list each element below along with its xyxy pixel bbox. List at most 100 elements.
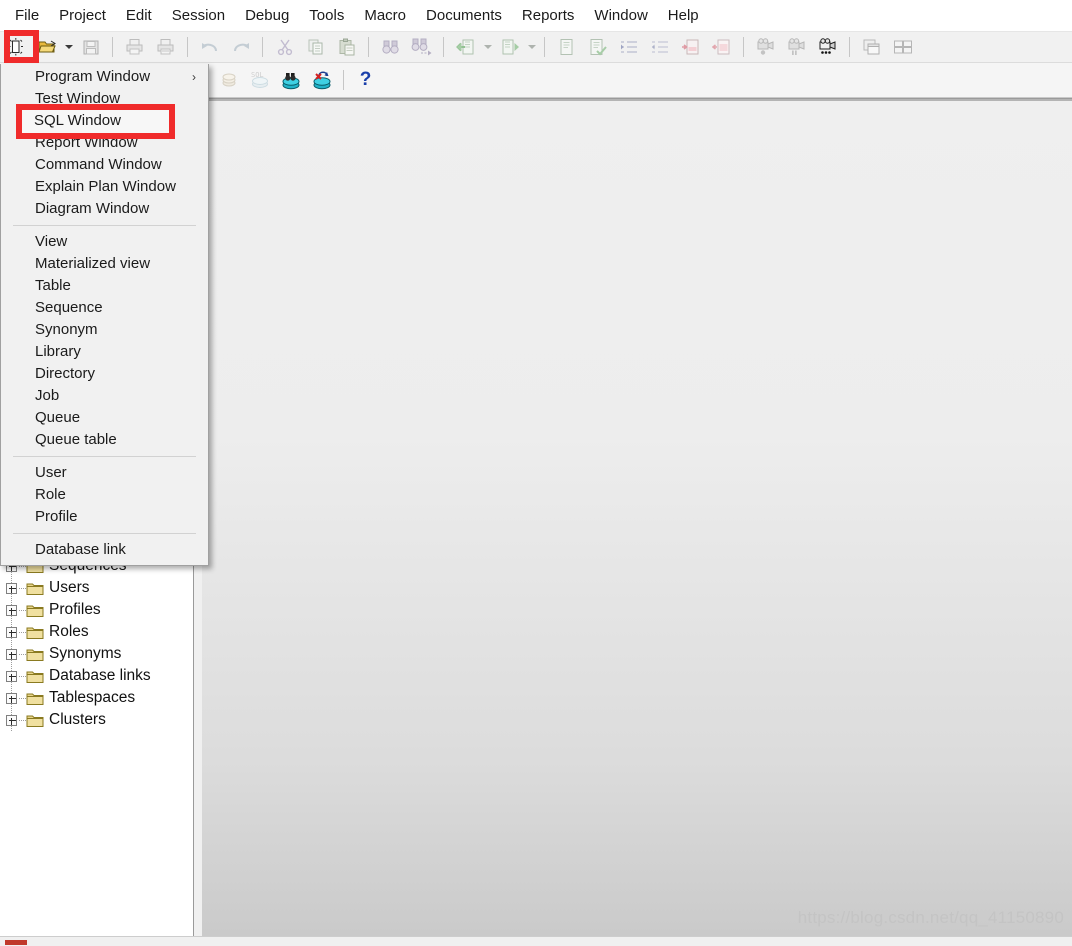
tile-windows-icon[interactable] [889,34,916,60]
menu-item-table[interactable]: Table [1,275,208,297]
mdi-workspace[interactable]: https://blog.csdn.net/qq_41150890 [202,98,1072,946]
previous-dropdown-arrow[interactable] [481,34,494,60]
commit-coin-icon[interactable] [215,67,242,93]
menu-project[interactable]: Project [49,4,116,28]
undo-arrow-icon[interactable] [196,34,223,60]
expand-plus-icon[interactable] [6,714,17,726]
menu-item-library[interactable]: Library [1,341,208,363]
folder-icon [26,647,44,662]
menu-item-program-window[interactable]: Program Window › [1,66,208,88]
menu-edit[interactable]: Edit [116,4,162,28]
menu-item-synonym[interactable]: Synonym [1,319,208,341]
menu-item-user[interactable]: User [1,462,208,484]
check-document-icon[interactable] [584,34,611,60]
expand-plus-icon[interactable] [6,604,17,616]
previous-page-icon[interactable] [452,34,479,60]
print-icon[interactable] [121,34,148,60]
menu-item-label: Program Window [35,68,151,85]
redo-arrow-icon[interactable] [227,34,254,60]
indent-increase-icon[interactable] [615,34,642,60]
find-binoculars-icon[interactable] [377,34,404,60]
tree-item-users[interactable]: Users [0,577,193,599]
save-disk-icon[interactable] [77,34,104,60]
toolbar-separator [262,37,263,57]
step-into-icon[interactable] [677,34,704,60]
menu-separator [13,533,196,534]
menu-item-materialized-view[interactable]: Materialized view [1,253,208,275]
next-page-icon[interactable] [496,34,523,60]
menu-item-queue-table[interactable]: Queue table [1,429,208,451]
tree-item-label: Database links [49,667,151,684]
new-object-dropdown-menu[interactable]: Program Window › Test Window SQL Window … [0,64,209,566]
menu-window[interactable]: Window [584,4,657,28]
status-bar [0,936,1072,946]
rollback-sql-icon[interactable]: SQL [246,67,273,93]
menu-debug[interactable]: Debug [235,4,299,28]
indent-decrease-icon[interactable] [646,34,673,60]
menu-item-queue[interactable]: Queue [1,407,208,429]
record-camera-icon[interactable] [752,34,779,60]
menu-file[interactable]: File [5,4,49,28]
menu-item-label: Queue table [35,431,117,448]
play-camera-icon[interactable] [814,34,841,60]
menu-item-label: Queue [35,409,81,426]
menu-item-command-window[interactable]: Command Window [1,154,208,176]
pause-camera-icon[interactable] [783,34,810,60]
menu-reports[interactable]: Reports [512,4,585,28]
expand-plus-icon[interactable] [6,692,17,704]
tree-item-profiles[interactable]: Profiles [0,599,193,621]
copy-icon[interactable] [302,34,329,60]
menu-item-job[interactable]: Job [1,385,208,407]
menu-item-database-link[interactable]: Database link [1,539,208,561]
tree-item-synonyms[interactable]: Synonyms [0,643,193,665]
menu-item-diagram-window[interactable]: Diagram Window [1,198,208,220]
expand-plus-icon[interactable] [6,626,17,638]
tree-item-clusters[interactable]: Clusters [0,709,193,731]
expand-plus-icon[interactable] [6,582,17,594]
menu-item-label: Report Window [35,134,138,151]
help-question-icon[interactable]: ? [352,67,379,93]
print-preview-icon[interactable] [152,34,179,60]
tree-item-label: Synonyms [49,645,122,662]
menu-item-label: Materialized view [35,255,151,272]
tree-connector [19,675,26,677]
tree-item-database-links[interactable]: Database links [0,665,193,687]
menu-item-test-window[interactable]: Test Window [1,88,208,110]
tree-item-tablespaces[interactable]: Tablespaces [0,687,193,709]
session-connect-icon[interactable] [277,67,304,93]
menu-item-explain-plan-window[interactable]: Explain Plan Window [1,176,208,198]
menu-item-report-window[interactable]: Report Window [1,132,208,154]
paste-clipboard-icon[interactable] [333,34,360,60]
menu-item-role[interactable]: Role [1,484,208,506]
cascade-windows-icon[interactable] [858,34,885,60]
menu-item-view[interactable]: View [1,231,208,253]
menu-item-profile[interactable]: Profile [1,506,208,528]
expand-plus-icon[interactable] [6,670,17,682]
folder-icon [26,669,44,684]
new-document-icon[interactable] [2,34,29,60]
tree-connector [19,719,26,721]
open-dropdown-arrow[interactable] [62,34,75,60]
open-folder-icon[interactable] [33,34,60,60]
tree-item-roles[interactable]: Roles [0,621,193,643]
folder-icon [26,603,44,618]
cut-scissors-icon[interactable] [271,34,298,60]
step-out-icon[interactable] [708,34,735,60]
session-disconnect-icon[interactable] [308,67,335,93]
menu-help[interactable]: Help [658,4,709,28]
menu-tools[interactable]: Tools [299,4,354,28]
find-next-binoculars-icon[interactable] [408,34,435,60]
menu-item-directory[interactable]: Directory [1,363,208,385]
menu-item-label: Table [35,277,71,294]
menu-macro[interactable]: Macro [354,4,416,28]
folder-icon [26,713,44,728]
toolbar-separator [368,37,369,57]
next-dropdown-arrow[interactable] [525,34,538,60]
tree-item-label: Users [49,579,90,596]
menu-session[interactable]: Session [162,4,235,28]
execute-document-icon[interactable] [553,34,580,60]
expand-plus-icon[interactable] [6,648,17,660]
folder-icon [26,625,44,640]
menu-item-sequence[interactable]: Sequence [1,297,208,319]
menu-documents[interactable]: Documents [416,4,512,28]
